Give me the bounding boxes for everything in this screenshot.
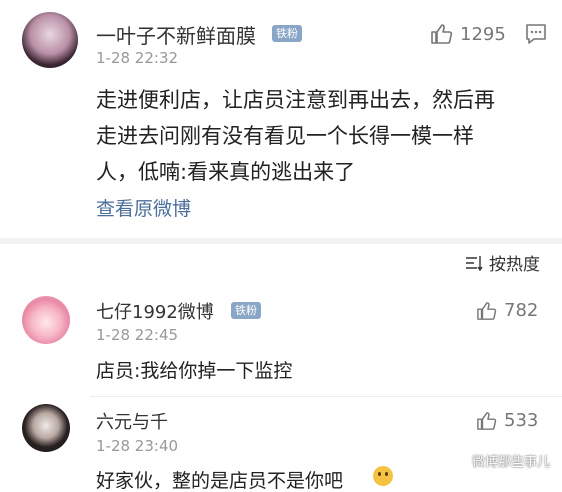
thumbs-up-icon [477,411,497,430]
thumbs-up-icon [431,24,453,44]
post-line: 走进便利店，让店员注意到再出去，然后再 [96,88,495,112]
watermark-text: 微博那些事儿 [471,455,550,470]
smile-emoji-icon [373,466,393,486]
avatar[interactable] [22,12,78,68]
comment-button[interactable] [524,23,548,49]
post-line: 走进去问刚有没有看见一个长得一模一样 [96,124,474,148]
avatar[interactable] [22,404,70,452]
like-button[interactable]: 1295 [430,23,506,45]
sort-icon [466,255,483,271]
post-text: 走进便利店，让店员注意到再出去，然后再 走进去问刚有没有看见一个长得一模一样 人… [96,82,495,190]
sort-label: 按热度 [489,255,540,275]
like-count: 782 [504,300,539,321]
post-username[interactable]: 一叶子不新鲜面膜 [96,20,256,49]
wechat-icon [450,452,468,468]
like-count: 1295 [460,23,506,45]
comment-time: 1-28 22:45 [96,326,179,344]
watermark: 微博那些事儿 [450,451,550,470]
section-divider [0,238,562,244]
sort-button[interactable]: 按热度 [465,250,540,275]
fan-badge: 铁粉 [231,302,261,319]
comment-time: 1-28 23:40 [96,437,179,455]
like-button[interactable]: 533 [476,410,538,431]
comment-username[interactable]: 六元与千 [96,408,168,434]
thumbs-up-icon [477,301,497,320]
fan-badge: 铁粉 [272,25,302,42]
comment-username[interactable]: 七仔1992微博 [96,298,214,324]
divider [90,396,562,397]
comment-text: 店员:我给你掉一下监控 [96,360,293,382]
post-time: 1-28 22:32 [96,49,179,67]
comment-icon [526,24,546,44]
comment-text: 好家伙，整的是店员不是你吧 [96,470,344,492]
avatar[interactable] [22,296,70,344]
like-button[interactable]: 782 [476,300,538,321]
main-post: 一叶子不新鲜面膜 铁粉 1-28 22:32 1295 走进便利店，让店员注意到… [0,0,562,238]
view-original-link[interactable]: 查看原微博 [96,194,191,221]
post-line: 人，低喃:看来真的逃出来了 [96,160,356,184]
like-count: 533 [504,410,539,431]
